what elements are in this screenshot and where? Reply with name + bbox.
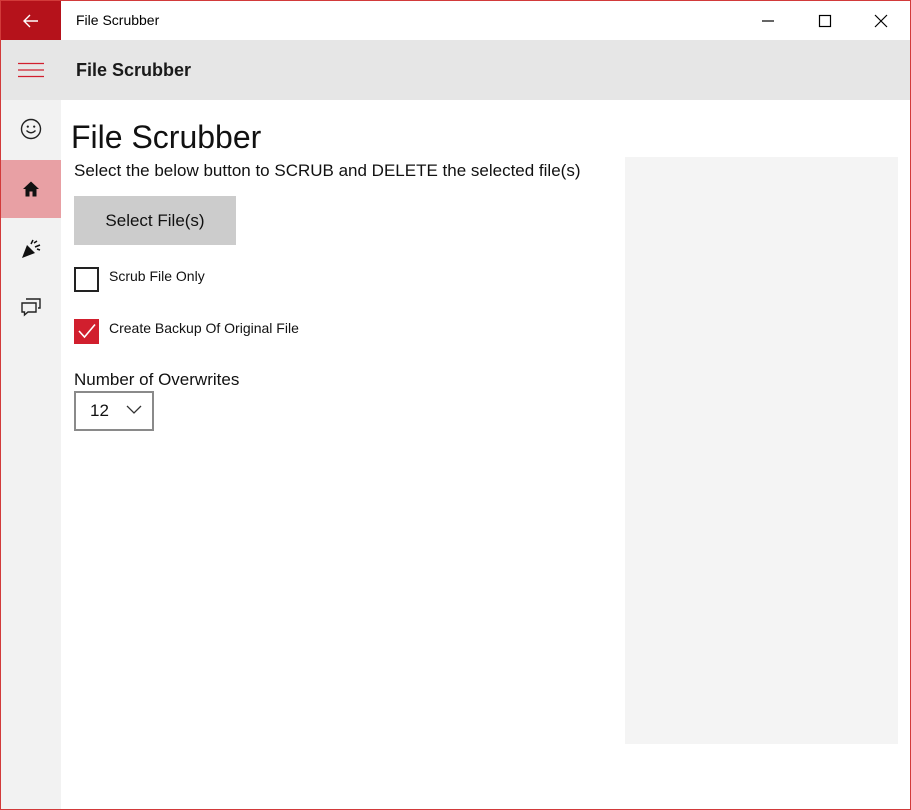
chevron-down-icon: [126, 405, 142, 414]
create-backup-checkbox-row[interactable]: Create Backup Of Original File: [74, 318, 299, 344]
create-backup-checkbox[interactable]: [74, 318, 99, 344]
create-backup-label: Create Backup Of Original File: [109, 320, 299, 336]
page-title: File Scrubber: [71, 119, 262, 155]
home-icon: [23, 181, 39, 197]
close-button[interactable]: [858, 1, 904, 40]
maximize-icon: [818, 14, 832, 27]
window-title: File Scrubber: [76, 12, 160, 28]
scrub-only-checkbox[interactable]: [74, 266, 99, 292]
app-window: File Scrubber File Scrubber File Scrubbe…: [0, 0, 911, 810]
nav-item-smiley[interactable]: [1, 100, 61, 158]
nav-item-celebrate[interactable]: [1, 220, 61, 278]
hamburger-menu-button[interactable]: [1, 40, 61, 100]
scrub-only-checkbox-row[interactable]: Scrub File Only: [74, 266, 205, 292]
smiley-icon: [20, 118, 42, 140]
close-icon: [874, 14, 888, 27]
instructions-text: Select the below button to SCRUB and DEL…: [74, 161, 581, 180]
nav-rail: [1, 100, 61, 809]
title-bar: File Scrubber: [1, 1, 910, 40]
select-files-button[interactable]: Select File(s): [74, 196, 236, 245]
back-arrow-icon: [23, 14, 38, 27]
hamburger-icon: [18, 62, 44, 78]
chat-icon: [21, 298, 41, 317]
checkmark-icon: [77, 323, 96, 339]
maximize-button[interactable]: [802, 1, 848, 40]
overwrites-dropdown[interactable]: 12: [74, 391, 154, 431]
scrub-only-label: Scrub File Only: [109, 268, 205, 284]
app-header-title: File Scrubber: [76, 60, 192, 80]
minimize-icon: [762, 19, 774, 22]
overwrites-label: Number of Overwrites: [74, 370, 240, 389]
preview-panel: [625, 157, 898, 744]
back-button[interactable]: [1, 1, 61, 40]
nav-item-chat[interactable]: [1, 278, 61, 336]
nav-item-home[interactable]: [1, 160, 61, 218]
app-header: File Scrubber: [1, 40, 910, 100]
overwrites-value: 12: [90, 401, 109, 420]
minimize-button[interactable]: [745, 1, 791, 40]
party-popper-icon: [22, 239, 41, 258]
